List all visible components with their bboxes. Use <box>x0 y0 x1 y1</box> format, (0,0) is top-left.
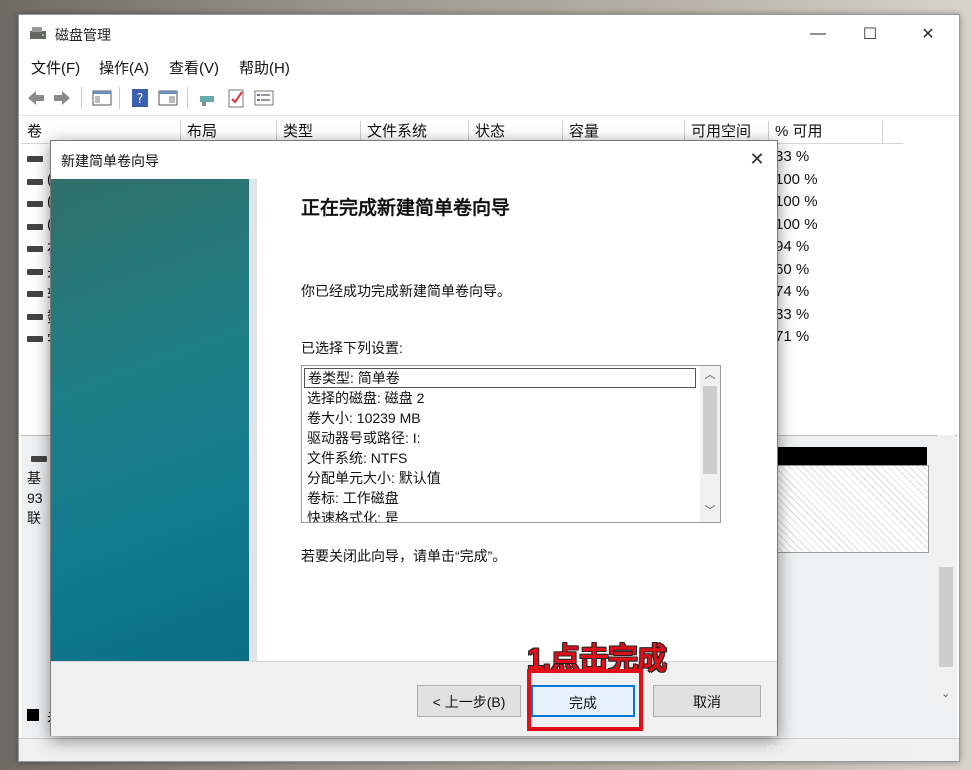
list-item[interactable]: 快速格式化: 是 <box>304 508 696 522</box>
row-percent: 100 % <box>775 193 818 210</box>
scrollbar-thumb[interactable] <box>703 386 717 474</box>
disk-icon <box>31 456 47 462</box>
wizard-settings-label: 已选择下列设置: <box>301 340 403 356</box>
list-item[interactable]: 卷标: 工作磁盘 <box>304 488 696 508</box>
row-percent: 33 % <box>775 306 810 323</box>
settings-scrollbar[interactable]: ︿ ﹀ <box>700 366 720 522</box>
disk-management-icon <box>30 27 46 39</box>
menu-action[interactable]: 操作(A) <box>99 57 149 78</box>
toolbar-divider <box>187 87 188 109</box>
properties-icon[interactable] <box>157 87 179 109</box>
help-icon[interactable]: ? <box>129 87 151 109</box>
svg-text:?: ? <box>137 92 144 107</box>
partition-block[interactable] <box>775 465 929 553</box>
wizard-success-text: 你已经成功完成新建简单卷向导。 <box>301 283 511 299</box>
connect-icon[interactable] <box>197 87 219 109</box>
disk-icon <box>27 336 43 342</box>
menu-file[interactable]: 文件(F) <box>31 57 80 78</box>
watermark: CSDN @编程学无止境 <box>766 742 908 758</box>
col-percent-free[interactable]: % 可用 <box>769 121 883 143</box>
disk-icon <box>27 201 43 207</box>
disk-icon <box>27 314 43 320</box>
menu-view[interactable]: 查看(V) <box>169 57 219 78</box>
toolbar-divider <box>81 87 82 109</box>
wizard-close-hint: 若要关闭此向导，请单击“完成”。 <box>301 548 507 564</box>
list-item[interactable]: 文件系统: NTFS <box>304 448 696 468</box>
list-item[interactable]: 分配单元大小: 默认值 <box>304 468 696 488</box>
row-percent: 74 % <box>775 283 810 300</box>
list-item[interactable]: 卷类型: 简单卷 <box>304 368 696 388</box>
title-bar: 磁盘管理 — ☐ ✕ <box>19 15 959 53</box>
toolbar-divider <box>119 87 120 109</box>
list-item[interactable]: 驱动器号或路径: I: <box>304 428 696 448</box>
wizard-title: 新建简单卷向导 <box>61 153 159 169</box>
settings-list: 卷类型: 简单卷 选择的磁盘: 磁盘 2 卷大小: 10239 MB 驱动器号或… <box>304 368 696 522</box>
vertical-scrollbar[interactable]: ⌄ <box>937 435 955 705</box>
annotation-highlight-box <box>527 669 643 731</box>
scroll-up-icon[interactable]: ︿ <box>700 366 720 384</box>
minimize-button[interactable]: — <box>795 15 841 53</box>
maximize-button[interactable]: ☐ <box>847 15 893 53</box>
scroll-down-icon[interactable]: ⌄ <box>941 687 950 700</box>
disk-icon <box>27 269 43 275</box>
back-arrow-icon[interactable] <box>25 87 47 109</box>
new-simple-volume-wizard: 新建简单卷向导 ✕ 正在完成新建简单卷向导 你已经成功完成新建简单卷向导。 已选… <box>50 140 778 736</box>
row-percent: 100 % <box>775 171 818 188</box>
close-button[interactable]: ✕ <box>905 15 951 53</box>
list-item[interactable]: 卷大小: 10239 MB <box>304 408 696 428</box>
menu-bar: 文件(F) 操作(A) 查看(V) 帮助(H) <box>19 53 959 79</box>
settings-listbox[interactable]: 卷类型: 简单卷 选择的磁盘: 磁盘 2 卷大小: 10239 MB 驱动器号或… <box>301 365 721 523</box>
disk-icon <box>27 156 43 162</box>
scroll-down-icon[interactable]: ﹀ <box>700 502 720 520</box>
back-button[interactable]: < 上一步(B) <box>417 685 521 717</box>
row-percent: 94 % <box>775 238 810 255</box>
wizard-heading: 正在完成新建简单卷向导 <box>301 198 511 219</box>
row-percent: 60 % <box>775 261 810 278</box>
row-percent: 71 % <box>775 328 810 345</box>
list-item[interactable]: 选择的磁盘: 磁盘 2 <box>304 388 696 408</box>
cancel-button[interactable]: 取消 <box>653 685 761 717</box>
row-percent: 33 % <box>775 148 810 165</box>
wizard-banner-edge <box>249 179 257 661</box>
disk-icon <box>27 291 43 297</box>
checklist-icon[interactable] <box>225 87 247 109</box>
window-title: 磁盘管理 <box>55 27 111 43</box>
row-percent: 100 % <box>775 216 818 233</box>
wizard-side-banner <box>51 179 249 661</box>
disk-icon <box>27 179 43 185</box>
legend-unallocated-swatch <box>27 709 39 721</box>
toolbar: ? <box>19 81 959 116</box>
disk-icon <box>27 224 43 230</box>
disk-icon <box>27 246 43 252</box>
partition-header-bar <box>775 447 927 465</box>
menu-help[interactable]: 帮助(H) <box>239 57 290 78</box>
console-tree-icon[interactable] <box>91 87 113 109</box>
forward-arrow-icon[interactable] <box>51 87 73 109</box>
scrollbar-thumb[interactable] <box>939 567 953 667</box>
wizard-close-button[interactable]: ✕ <box>745 147 769 171</box>
list-view-icon[interactable] <box>253 87 275 109</box>
